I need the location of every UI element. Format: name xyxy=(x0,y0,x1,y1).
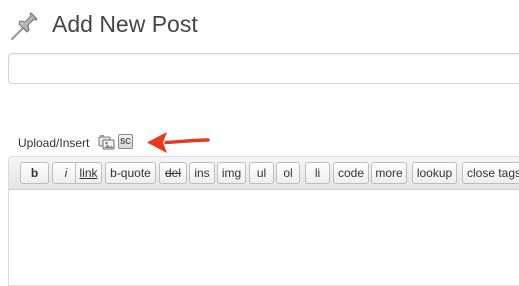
quicktag-blockquote-button[interactable]: b-quote xyxy=(105,162,156,184)
post-title-input[interactable] xyxy=(8,53,519,84)
quicktag-link-button[interactable]: link xyxy=(75,162,102,184)
quicktag-lookup-button[interactable]: lookup xyxy=(412,162,457,184)
shortcode-icon[interactable]: SC xyxy=(118,134,133,149)
quicktag-ul-button[interactable]: ul xyxy=(249,162,274,184)
upload-insert-label: Upload/Insert xyxy=(18,136,90,150)
red-arrow-annotation xyxy=(147,132,210,153)
quicktag-img-button[interactable]: img xyxy=(217,162,246,184)
quicktag-code-button[interactable]: code xyxy=(333,162,369,184)
quicktag-ol-button[interactable]: ol xyxy=(276,162,300,184)
quicktag-more-button[interactable]: more xyxy=(371,162,407,184)
post-content-textarea[interactable] xyxy=(9,190,519,285)
quicktag-ins-button[interactable]: ins xyxy=(189,162,215,184)
pushpin-icon xyxy=(10,12,38,41)
post-editor: b i link b-quote del ins img ul ol li co… xyxy=(8,156,519,286)
quicktag-li-button[interactable]: li xyxy=(305,162,330,184)
media-upload-icon[interactable] xyxy=(98,134,115,150)
quicktag-bold-button[interactable]: b xyxy=(20,162,49,184)
quicktags-toolbar: b i link b-quote del ins img ul ol li co… xyxy=(9,157,519,190)
quicktag-close-tags-button[interactable]: close tags xyxy=(462,162,519,184)
page-title: Add New Post xyxy=(52,11,198,37)
quicktag-del-button[interactable]: del xyxy=(159,162,187,184)
